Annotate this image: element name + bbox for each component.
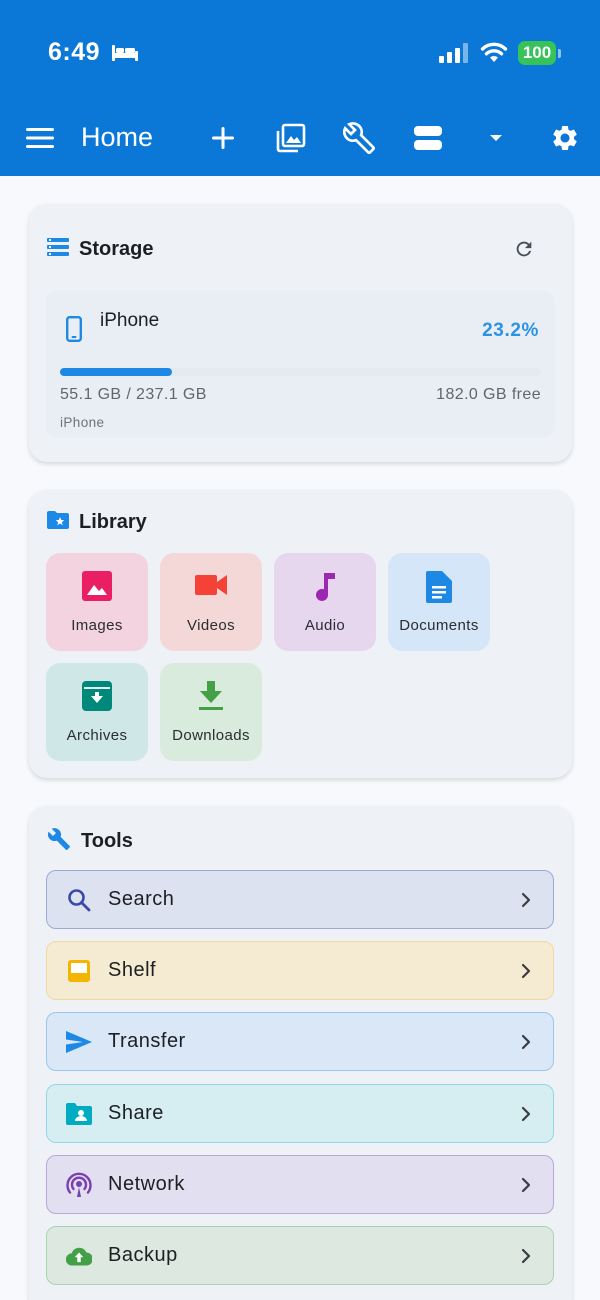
dropdown-arrow-icon[interactable]	[478, 120, 514, 156]
wrench-icon	[47, 827, 71, 856]
cellular-signal-icon	[439, 43, 469, 68]
phone-icon	[66, 316, 83, 347]
app-bar: Home	[0, 100, 600, 176]
chevron-right-icon	[521, 1177, 531, 1198]
tool-row-search[interactable]: Search	[46, 870, 554, 929]
status-bar: 6:49 100	[0, 0, 600, 100]
image-icon	[46, 571, 148, 605]
photo-library-icon[interactable]	[273, 120, 309, 156]
download-icon	[160, 681, 262, 715]
sleep-bed-icon	[111, 43, 139, 68]
tools-card: Tools Search Shelf Transfer Share Networ…	[29, 806, 572, 1300]
tool-row-shelf[interactable]: Shelf	[46, 941, 554, 1000]
chevron-right-icon	[521, 1034, 531, 1055]
tools-header: Tools	[47, 827, 133, 856]
wrench-icon[interactable]	[341, 120, 377, 156]
send-icon	[66, 1029, 92, 1055]
tool-label: Search	[108, 888, 175, 910]
usage-percent: 23.2%	[482, 320, 539, 341]
library-tile-downloads[interactable]: Downloads	[160, 663, 262, 761]
chevron-right-icon	[521, 963, 531, 984]
storage-toggle-icon[interactable]	[410, 120, 446, 156]
tool-label: Backup	[108, 1244, 178, 1266]
library-header: Library	[47, 511, 147, 534]
shared-folder-icon	[66, 1101, 92, 1127]
podcast-icon	[66, 1172, 92, 1198]
tile-label: Audio	[304, 617, 346, 634]
status-time: 6:49	[48, 38, 101, 66]
storage-card: Storage iPhone 23.2% 55.1 GB / 237.1 GB …	[29, 204, 572, 462]
library-tile-images[interactable]: Images	[46, 553, 148, 651]
music-note-icon	[274, 571, 376, 605]
device-storage-item[interactable]: iPhone 23.2% 55.1 GB / 237.1 GB 182.0 GB…	[46, 290, 555, 438]
refresh-icon[interactable]	[513, 238, 535, 265]
chevron-right-icon	[521, 1248, 531, 1269]
tools-title: Tools	[81, 830, 133, 852]
storage-header: Storage	[47, 238, 153, 261]
document-icon	[388, 571, 490, 605]
videocam-icon	[160, 571, 262, 605]
free-space-text: 182.0 GB free	[436, 386, 541, 403]
search-icon	[66, 887, 92, 913]
library-tile-documents[interactable]: Documents	[388, 553, 490, 651]
tool-label: Transfer	[108, 1030, 186, 1052]
library-title: Library	[79, 511, 147, 533]
archive-icon	[46, 681, 148, 715]
storage-progress-bar	[60, 368, 541, 376]
battery-tip	[558, 49, 561, 58]
page-title: Home	[81, 122, 154, 152]
inbox-tray-icon	[66, 958, 92, 984]
storage-progress-fill	[60, 368, 172, 376]
folder-star-icon	[47, 511, 69, 534]
used-total-text: 55.1 GB / 237.1 GB	[60, 386, 207, 403]
tile-label: Archives	[66, 727, 128, 744]
storage-icon	[47, 238, 69, 261]
tool-row-transfer[interactable]: Transfer	[46, 1012, 554, 1071]
tile-label: Images	[71, 617, 123, 634]
wifi-icon	[480, 41, 508, 68]
menu-icon[interactable]	[22, 120, 58, 156]
settings-gear-icon[interactable]	[547, 120, 583, 156]
tool-label: Shelf	[108, 959, 157, 981]
device-subtitle: iPhone	[60, 415, 105, 430]
tile-label: Documents	[399, 617, 479, 634]
tile-label: Downloads	[172, 727, 250, 744]
top-bar: 6:49 100 Home	[0, 0, 600, 176]
device-name: iPhone	[100, 310, 160, 331]
library-tile-videos[interactable]: Videos	[160, 553, 262, 651]
tool-label: Network	[108, 1173, 185, 1195]
tool-label: Share	[108, 1102, 164, 1124]
library-tile-audio[interactable]: Audio	[274, 553, 376, 651]
chevron-right-icon	[521, 1106, 531, 1127]
tool-row-backup[interactable]: Backup	[46, 1226, 554, 1285]
cloud-upload-icon	[66, 1243, 92, 1269]
library-tile-archives[interactable]: Archives	[46, 663, 148, 761]
library-card: Library Images Videos Audio Documents Ar…	[29, 490, 572, 778]
tool-row-share[interactable]: Share	[46, 1084, 554, 1143]
tile-label: Videos	[187, 617, 235, 634]
add-icon[interactable]	[205, 120, 241, 156]
storage-title: Storage	[79, 238, 154, 260]
battery-indicator: 100	[518, 41, 556, 65]
chevron-right-icon	[521, 892, 531, 913]
tool-row-network[interactable]: Network	[46, 1155, 554, 1214]
